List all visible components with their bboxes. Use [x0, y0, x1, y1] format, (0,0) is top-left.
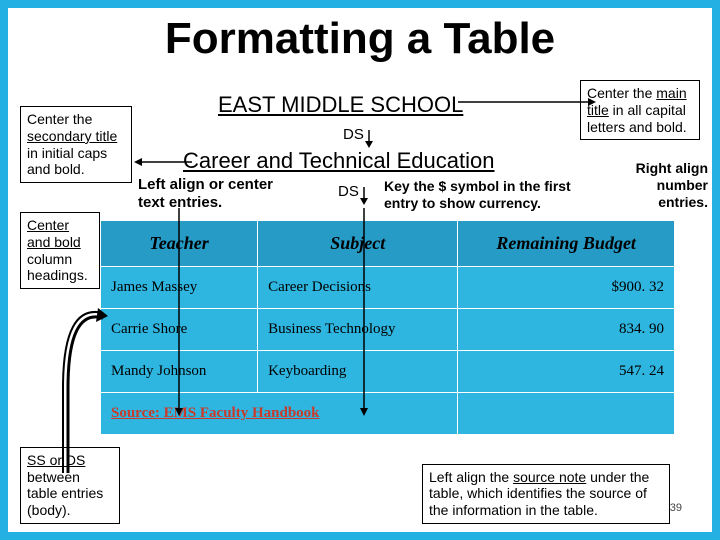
cell: $900. 32: [458, 267, 675, 309]
callout-text: Center the: [587, 85, 656, 101]
cell: Carrie Shore: [101, 309, 258, 351]
left-align-note: Left align or center text entries.: [138, 176, 298, 212]
callout-text: Left align the: [429, 469, 513, 485]
table-row: Carrie Shore Business Technology 834. 90: [101, 309, 675, 351]
callout-secondary-title: Center the secondary title in initial ca…: [20, 106, 132, 183]
cell: Business Technology: [258, 309, 458, 351]
callout-underline: secondary title: [27, 128, 117, 144]
cell: Career Decisions: [258, 267, 458, 309]
callout-text: Center the: [27, 111, 92, 127]
slide-title: Formatting a Table: [8, 14, 712, 64]
callout-text: column headings.: [27, 251, 88, 284]
col-subject: Subject: [258, 221, 458, 267]
callout-underline: source note: [513, 469, 586, 485]
slide-number: 39: [670, 502, 682, 514]
callout-source-note: Left align the source note under the tab…: [422, 464, 670, 524]
cell: Keyboarding: [258, 351, 458, 393]
currency-key-note: Key the $ symbol in the first entry to s…: [384, 178, 604, 212]
right-align-note: Right align number entries.: [618, 160, 708, 210]
cell: 834. 90: [458, 309, 675, 351]
cell: Mandy Johnson: [101, 351, 258, 393]
col-budget: Remaining Budget: [458, 221, 675, 267]
arrow-down-icon: [363, 130, 375, 148]
callout-underline: SS or DS: [27, 452, 85, 468]
example-table: Teacher Subject Remaining Budget James M…: [100, 220, 675, 435]
main-title: EAST MIDDLE SCHOOL: [218, 92, 463, 118]
table-header-row: Teacher Subject Remaining Budget: [101, 221, 675, 267]
secondary-title: Career and Technical Education: [183, 148, 494, 174]
callout-text: in initial caps and bold.: [27, 145, 107, 178]
arrow-down-icon: [358, 187, 370, 205]
cell: James Massey: [101, 267, 258, 309]
cell-empty: [458, 393, 675, 435]
ds-label-1: DS: [343, 126, 364, 143]
ds-label-2: DS: [338, 183, 359, 200]
source-label: Source:: [111, 405, 160, 421]
callout-main-title: Center the main title in all capital let…: [580, 80, 700, 140]
source-cell: Source: EMS Faculty Handbook: [101, 393, 458, 435]
source-row: Source: EMS Faculty Handbook: [101, 393, 675, 435]
callout-column-headings: Center and bold column headings.: [20, 212, 100, 289]
slide-canvas: Formatting a Table Center the secondary …: [8, 8, 712, 532]
cell: 547. 24: [458, 351, 675, 393]
callout-text: between table entries (body).: [27, 469, 103, 519]
col-teacher: Teacher: [101, 221, 258, 267]
table-row: Mandy Johnson Keyboarding 547. 24: [101, 351, 675, 393]
arrow-icon: [458, 96, 598, 108]
callout-ss-ds: SS or DS between table entries (body).: [20, 447, 120, 524]
callout-underline: Center and bold: [27, 217, 81, 250]
source-text: EMS Faculty Handbook: [164, 405, 320, 421]
table-row: James Massey Career Decisions $900. 32: [101, 267, 675, 309]
